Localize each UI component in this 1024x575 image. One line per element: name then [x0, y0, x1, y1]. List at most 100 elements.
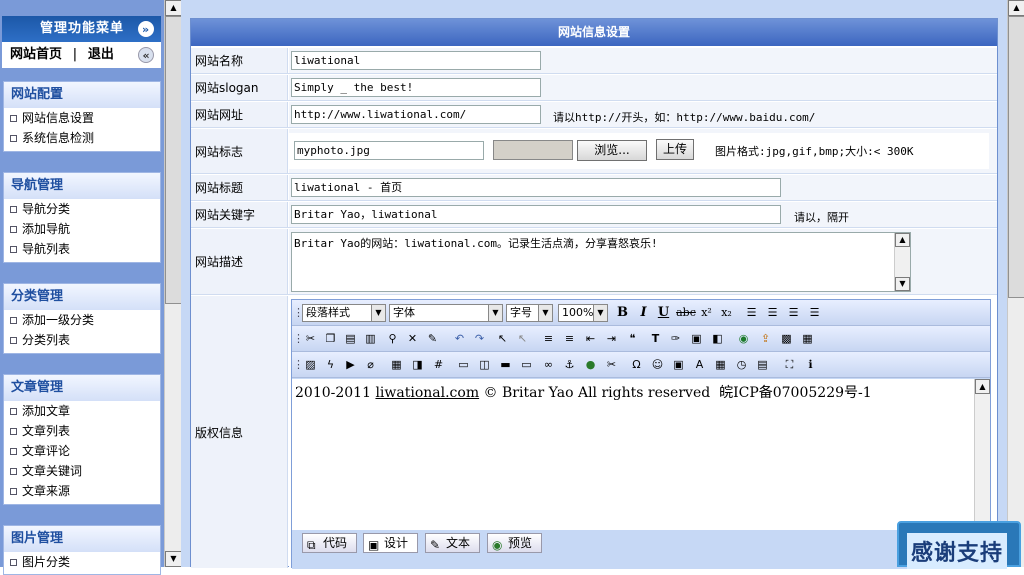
scroll-down-icon[interactable]: ▼	[165, 551, 182, 567]
scroll-up-icon[interactable]: ▲	[895, 233, 910, 247]
logout-link[interactable]: 退出	[88, 47, 114, 62]
save-icon[interactable]: ▩	[779, 331, 794, 346]
group-title[interactable]: 文章管理	[4, 375, 160, 401]
scroll-up-icon[interactable]: ▲	[1008, 0, 1024, 16]
scroll-down-icon[interactable]: ▼	[895, 277, 910, 291]
sidebar-item-article-keywords[interactable]: 文章关键词	[4, 461, 160, 481]
ordered-list-icon[interactable]: ≡	[541, 331, 556, 346]
superscript-icon[interactable]: x²	[699, 305, 714, 320]
group-title[interactable]: 图片管理	[4, 526, 160, 552]
sidebar-item-article-list[interactable]: 文章列表	[4, 421, 160, 441]
scroll-up-icon[interactable]: ▲	[165, 0, 182, 16]
font-size-select[interactable]: 字号 ▼	[506, 304, 553, 322]
slogan-input[interactable]: Simply _ the best!	[291, 78, 541, 97]
browse-button[interactable]: 浏览...	[577, 140, 647, 161]
file-path-box[interactable]	[493, 140, 573, 160]
upload-button[interactable]: 上传	[656, 139, 694, 160]
copy-icon[interactable]: ❐	[323, 331, 338, 346]
strikethrough-icon[interactable]: abc	[676, 305, 696, 320]
sidebar-item-system-check[interactable]: 系统信息检测	[4, 128, 160, 148]
font-select[interactable]: 字体 ▼	[389, 304, 503, 322]
cut-icon[interactable]: ✂	[303, 331, 318, 346]
select-all-icon[interactable]: ↖	[495, 331, 510, 346]
flash-icon[interactable]: ϟ	[323, 357, 338, 372]
web-icon[interactable]: ◉	[736, 331, 751, 346]
delete-icon[interactable]: ✕	[405, 331, 420, 346]
align-right-icon[interactable]: ☰	[786, 305, 801, 320]
thanks-badge[interactable]: 感谢支持	[897, 521, 1021, 569]
mode-text[interactable]: ✎ 文本	[425, 533, 480, 553]
layer-icon[interactable]: ◨	[410, 357, 425, 372]
site-name-input[interactable]: liwational	[291, 51, 541, 70]
sidebar-item-image-category[interactable]: 图片分类	[4, 552, 160, 572]
date-icon[interactable]: ▦	[713, 357, 728, 372]
sidebar-item-article-source[interactable]: 文章来源	[4, 481, 160, 501]
image-icon[interactable]: ▨	[303, 357, 318, 372]
text-color-icon[interactable]: T	[648, 331, 663, 346]
time-icon[interactable]: ◷	[734, 357, 749, 372]
sidebar-item-add-article[interactable]: 添加文章	[4, 401, 160, 421]
unordered-list-icon[interactable]: ≡	[562, 331, 577, 346]
select-none-icon[interactable]: ↖	[515, 331, 530, 346]
collapse-menu-icon[interactable]: »	[138, 21, 154, 37]
horizontal-rule-icon[interactable]: ▬	[498, 357, 513, 372]
sidebar-scrollbar[interactable]: ▲ ▼	[164, 0, 182, 567]
sidebar-item-nav-category[interactable]: 导航分类	[4, 199, 160, 219]
media-icon[interactable]: ▶	[343, 357, 358, 372]
sidebar-item-category-list[interactable]: 分类列表	[4, 330, 160, 350]
sidebar-item-nav-list[interactable]: 导航列表	[4, 239, 160, 259]
redo-icon[interactable]: ↷	[472, 331, 487, 346]
group-title[interactable]: 导航管理	[4, 173, 160, 199]
paste-text-icon[interactable]: ▥	[363, 331, 378, 346]
highlight-icon[interactable]: ✑	[668, 331, 683, 346]
marquee-icon[interactable]: ▭	[519, 357, 534, 372]
clean-format-icon[interactable]: ✎	[425, 331, 440, 346]
art-text-icon[interactable]: A	[692, 357, 707, 372]
align-justify-icon[interactable]: ☰	[807, 305, 822, 320]
copyright-link[interactable]: liwational.com	[375, 385, 479, 401]
subscript-icon[interactable]: x₂	[719, 305, 734, 320]
mode-design[interactable]: ▣ 设计	[363, 533, 418, 553]
unlink-icon[interactable]: ✂	[604, 357, 619, 372]
mode-code[interactable]: ⧉ 代码	[302, 533, 357, 553]
description-textarea[interactable]: Britar Yao的网站：liwational.com。记录生活点滴，分享喜怒…	[291, 232, 911, 292]
group-title[interactable]: 网站配置	[4, 82, 160, 108]
group-title[interactable]: 分类管理	[4, 284, 160, 310]
form-icon[interactable]: ▭	[456, 357, 471, 372]
iframe-icon[interactable]: ◫	[477, 357, 492, 372]
grid-icon[interactable]: #	[431, 357, 446, 372]
italic-icon[interactable]: I	[636, 305, 651, 320]
scroll-thumb[interactable]	[1008, 16, 1024, 298]
fullscreen-icon[interactable]: ⛶	[782, 357, 797, 372]
scroll-thumb[interactable]	[165, 16, 182, 304]
special-char-icon[interactable]: Ω	[629, 357, 644, 372]
format-painter-icon[interactable]: ▣	[689, 331, 704, 346]
paste-icon[interactable]: ▤	[343, 331, 358, 346]
bold-icon[interactable]: B	[615, 305, 630, 320]
anchor-icon[interactable]: ⚓	[562, 357, 577, 372]
scroll-up-icon[interactable]: ▲	[975, 379, 990, 394]
editor-scrollbar[interactable]: ▲	[974, 379, 990, 530]
link-icon[interactable]: ∞	[541, 357, 556, 372]
sidebar-item-article-comments[interactable]: 文章评论	[4, 441, 160, 461]
home-link[interactable]: 网站首页	[10, 47, 62, 62]
undo-icon[interactable]: ↶	[452, 331, 467, 346]
map-icon[interactable]: ●	[583, 357, 598, 372]
mode-preview[interactable]: ◉ 预览	[487, 533, 542, 553]
url-input[interactable]: http://www.liwational.com/	[291, 105, 541, 124]
export-icon[interactable]: ▦	[800, 331, 815, 346]
find-icon[interactable]: ⚲	[385, 331, 400, 346]
collapse-sidebar-icon[interactable]: «	[138, 47, 154, 63]
zoom-select[interactable]: 100% ▼	[558, 304, 608, 322]
emoticon-icon[interactable]: ☺	[650, 357, 665, 372]
sidebar-item-add-category[interactable]: 添加一级分类	[4, 310, 160, 330]
outdent-icon[interactable]: ⇤	[583, 331, 598, 346]
textarea-scrollbar[interactable]: ▲ ▼	[894, 233, 910, 291]
site-title-input[interactable]: liwational - 首页	[291, 178, 781, 197]
excerpt-icon[interactable]: ▤	[755, 357, 770, 372]
logo-file-input[interactable]: myphoto.jpg	[294, 141, 484, 160]
blockquote-icon[interactable]: ❝	[625, 331, 640, 346]
paragraph-style-select[interactable]: 段落样式 ▼	[302, 304, 386, 322]
page-scrollbar[interactable]: ▲	[1007, 0, 1024, 567]
underline-icon[interactable]: U	[656, 305, 671, 320]
